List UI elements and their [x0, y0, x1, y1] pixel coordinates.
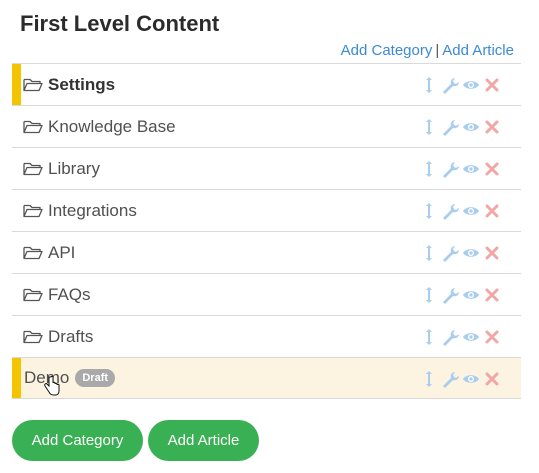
category-row[interactable]: Drafts	[12, 315, 521, 357]
wrench-icon[interactable]	[441, 160, 459, 178]
wrench-icon[interactable]	[441, 118, 459, 136]
row-actions	[420, 118, 504, 136]
row-actions	[420, 202, 504, 220]
folder-open-icon	[23, 329, 43, 345]
folder-open-icon	[23, 161, 43, 177]
move-icon[interactable]	[420, 160, 438, 178]
folder-open-icon	[23, 119, 43, 135]
delete-icon[interactable]	[483, 118, 501, 136]
eye-icon[interactable]	[462, 286, 480, 304]
active-marker	[12, 64, 21, 105]
category-list: Settings Knowledge Base Library Integration…	[12, 63, 521, 399]
row-actions	[420, 160, 504, 178]
category-row[interactable]: Knowledge Base	[12, 105, 521, 147]
row-label-text: Settings	[48, 74, 116, 94]
move-icon[interactable]	[420, 328, 438, 346]
move-icon[interactable]	[420, 370, 438, 388]
eye-icon[interactable]	[462, 328, 480, 346]
hand-cursor-icon	[44, 376, 60, 396]
row-label[interactable]: Integrations	[48, 201, 137, 221]
delete-icon[interactable]	[483, 286, 501, 304]
folder-open-icon	[23, 203, 43, 219]
delete-icon[interactable]	[483, 202, 501, 220]
row-label[interactable]: FAQs	[48, 285, 91, 305]
add-article-link[interactable]: Add Article	[442, 42, 514, 59]
eye-icon[interactable]	[462, 118, 480, 136]
row-label-text: Library	[48, 158, 100, 178]
row-actions	[420, 328, 504, 346]
folder-open-icon	[23, 77, 43, 93]
row-label[interactable]: Library	[48, 159, 100, 179]
move-icon[interactable]	[420, 76, 438, 94]
row-label[interactable]: Demo Draft	[24, 368, 116, 388]
eye-icon[interactable]	[462, 160, 480, 178]
row-label[interactable]: Drafts	[48, 327, 93, 347]
delete-icon[interactable]	[483, 244, 501, 262]
eye-icon[interactable]	[462, 244, 480, 262]
row-label[interactable]: Settings	[48, 75, 115, 95]
eye-icon[interactable]	[462, 370, 480, 388]
page-title: First Level Content	[20, 11, 220, 36]
wrench-icon[interactable]	[441, 244, 459, 262]
delete-icon[interactable]	[483, 328, 501, 346]
wrench-icon[interactable]	[441, 370, 459, 388]
row-label-text: Knowledge Base	[48, 116, 176, 136]
row-label-text: Drafts	[48, 326, 94, 346]
row-actions	[420, 76, 504, 94]
delete-icon[interactable]	[483, 76, 501, 94]
folder-open-icon	[23, 287, 43, 303]
category-row[interactable]: Library	[12, 147, 521, 189]
delete-icon[interactable]	[483, 160, 501, 178]
move-icon[interactable]	[420, 286, 438, 304]
top-links: Add Category | Add Article	[341, 42, 514, 59]
delete-icon[interactable]	[483, 370, 501, 388]
wrench-icon[interactable]	[441, 328, 459, 346]
eye-icon[interactable]	[462, 76, 480, 94]
folder-open-icon	[23, 245, 43, 261]
add-category-link[interactable]: Add Category	[341, 42, 433, 59]
category-row[interactable]: Settings	[12, 63, 521, 105]
row-label[interactable]: Knowledge Base	[48, 117, 176, 137]
wrench-icon[interactable]	[441, 286, 459, 304]
row-label[interactable]: API	[48, 243, 75, 263]
move-icon[interactable]	[420, 244, 438, 262]
move-icon[interactable]	[420, 202, 438, 220]
row-label-text: Integrations	[48, 200, 137, 220]
wrench-icon[interactable]	[441, 76, 459, 94]
row-label-text: FAQs	[48, 284, 91, 304]
row-label-text: API	[48, 242, 76, 262]
category-row[interactable]: Integrations	[12, 189, 521, 231]
active-marker	[12, 358, 21, 398]
row-actions	[420, 244, 504, 262]
draft-badge: Draft	[75, 369, 116, 387]
add-category-button[interactable]: Add Category	[12, 420, 143, 461]
eye-icon[interactable]	[462, 202, 480, 220]
category-row[interactable]: Demo Draft	[12, 357, 521, 399]
link-separator: |	[435, 42, 440, 59]
row-actions	[420, 286, 504, 304]
category-row[interactable]: FAQs	[12, 273, 521, 315]
add-article-button[interactable]: Add Article	[148, 420, 259, 461]
row-actions	[420, 370, 504, 388]
category-row[interactable]: API	[12, 231, 521, 273]
wrench-icon[interactable]	[441, 202, 459, 220]
move-icon[interactable]	[420, 118, 438, 136]
